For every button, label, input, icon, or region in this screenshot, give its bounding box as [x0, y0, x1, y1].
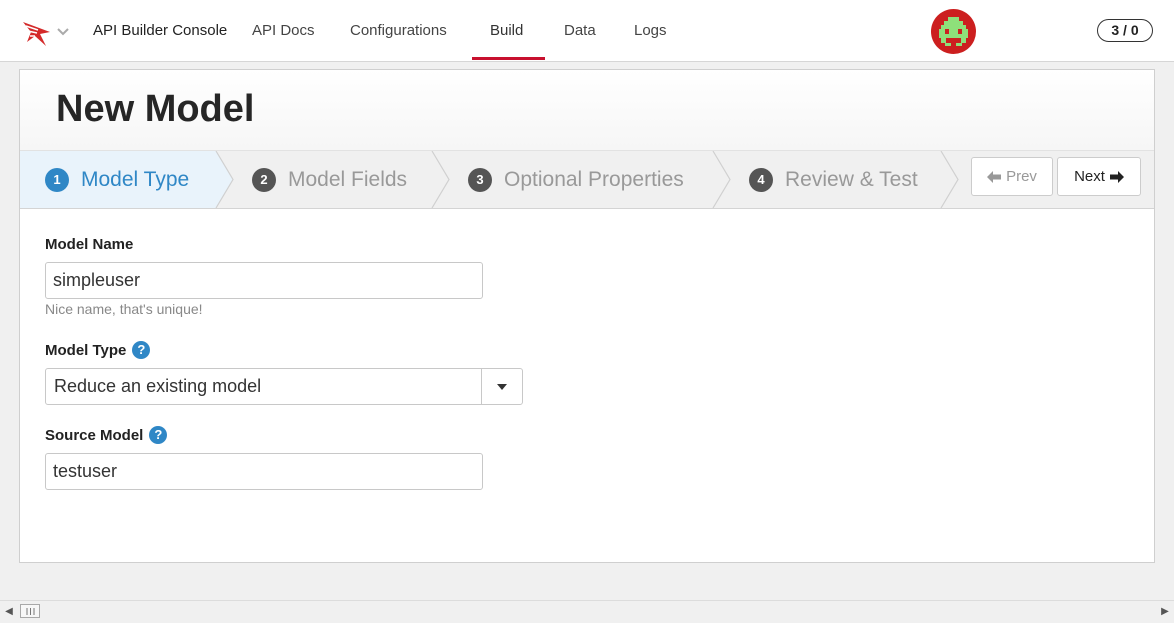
- wizard-step-model-type[interactable]: 1 Model Type: [45, 151, 189, 208]
- horizontal-scrollbar[interactable]: ◀ ▶: [0, 600, 1174, 623]
- model-name-hint: Nice name, that's unique!: [45, 301, 203, 317]
- step-number: 4: [749, 167, 773, 192]
- next-label: Next: [1074, 168, 1105, 185]
- wizard-step-model-fields[interactable]: 2 Model Fields: [252, 151, 407, 208]
- notification-counter[interactable]: 3 / 0: [1097, 19, 1153, 42]
- active-tab-indicator: [472, 57, 545, 60]
- model-name-label: Model Name: [45, 236, 133, 253]
- new-model-panel: New Model 1 Model Type 2 Model Fields 3 …: [19, 69, 1155, 563]
- model-name-label-text: Model Name: [45, 236, 134, 253]
- step-label: Model Fields: [288, 167, 408, 191]
- prev-button[interactable]: Prev: [971, 157, 1053, 196]
- model-type-value: Reduce an existing model: [54, 376, 262, 396]
- step-label: Model Type: [81, 167, 190, 191]
- nav-logs[interactable]: Logs: [634, 22, 667, 39]
- step-label: Optional Properties: [504, 167, 684, 191]
- prev-label: Prev: [1006, 168, 1037, 185]
- step-number: 2: [252, 167, 276, 192]
- page-title: New Model: [56, 88, 255, 130]
- scrollbar-thumb[interactable]: [20, 604, 40, 618]
- vertical-scrollbar[interactable]: [1160, 62, 1174, 600]
- step-number: 3: [468, 167, 492, 192]
- arrow-left-icon: [987, 170, 1002, 183]
- scroll-right-arrow-icon[interactable]: ▶: [1158, 605, 1172, 619]
- panel-header: New Model: [20, 70, 1154, 151]
- source-model-label-text: Source Model: [45, 426, 144, 444]
- wizard-step-optional-properties[interactable]: 3 Optional Properties: [468, 151, 684, 208]
- dropdown-toggle[interactable]: [481, 369, 522, 404]
- api-builder-logo-icon[interactable]: [22, 18, 52, 48]
- step-number: 1: [45, 167, 69, 192]
- chevron-down-icon[interactable]: [56, 24, 70, 38]
- caret-down-icon: [497, 383, 507, 390]
- next-button[interactable]: Next: [1057, 157, 1141, 196]
- brand-title[interactable]: API Builder Console: [93, 22, 227, 39]
- nav-build[interactable]: Build: [490, 22, 523, 39]
- help-icon[interactable]: ?: [132, 341, 151, 359]
- nav-configurations[interactable]: Configurations: [350, 22, 447, 39]
- source-model-input[interactable]: testuser: [45, 453, 483, 490]
- model-name-input[interactable]: simpleuser: [45, 262, 483, 299]
- scroll-left-arrow-icon[interactable]: ◀: [2, 605, 16, 619]
- source-model-label: Source Model ?: [45, 426, 168, 444]
- grip-icon: [26, 607, 34, 615]
- wizard-steps: 1 Model Type 2 Model Fields 3 Optional P…: [20, 151, 1154, 209]
- arrow-right-icon: [1109, 170, 1124, 183]
- nav-api-docs[interactable]: API Docs: [252, 22, 315, 39]
- space-invader-avatar-icon[interactable]: [931, 9, 976, 54]
- help-icon[interactable]: ?: [149, 426, 168, 444]
- nav-data[interactable]: Data: [564, 22, 596, 39]
- model-type-select[interactable]: Reduce an existing model: [45, 368, 523, 405]
- model-type-label-text: Model Type: [45, 341, 127, 359]
- wizard-step-review-test[interactable]: 4 Review & Test: [749, 151, 918, 208]
- top-nav: API Builder Console API Docs Configurati…: [0, 0, 1174, 62]
- step-label: Review & Test: [785, 167, 918, 191]
- model-type-label: Model Type ?: [45, 341, 151, 359]
